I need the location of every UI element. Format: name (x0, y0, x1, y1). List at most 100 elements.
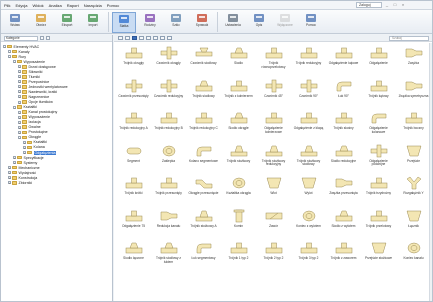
fitting-tile[interactable]: Trójnik przelotowy (361, 206, 396, 239)
ribbon-button-4[interactable]: Siatka (112, 12, 136, 33)
fitting-tile[interactable]: Wylot (291, 173, 326, 206)
fitting-tile[interactable]: Trójnik stożkowy redukcyjny (256, 141, 291, 174)
fitting-tile[interactable]: Trójnik krótki (116, 173, 151, 206)
expand-toggle-icon[interactable]: + (13, 161, 16, 165)
forward-icon[interactable] (125, 36, 130, 40)
collapse-toggle-icon[interactable]: − (13, 60, 16, 64)
ribbon-button-8[interactable]: Ustawienia (221, 12, 245, 33)
fitting-tile[interactable]: Łuk 90° (326, 76, 361, 109)
expand-toggle-icon[interactable]: + (18, 65, 21, 69)
fitting-tile[interactable]: Siodło redukcyjne (326, 141, 361, 174)
ribbon-button-11[interactable]: Pomoc (299, 12, 323, 33)
fitting-tile[interactable]: Zwężka przesunięta (326, 173, 361, 206)
expand-toggle-icon[interactable]: + (18, 75, 21, 79)
fitting-tile[interactable]: Trójnik kątowy (361, 76, 396, 109)
fitting-tile[interactable]: Zaślepka (151, 141, 186, 174)
ribbon-button-10[interactable]: Wyłączone (273, 12, 297, 33)
expand-toggle-icon[interactable]: + (18, 125, 21, 129)
small-icons-view-icon[interactable] (139, 36, 144, 40)
details-view-icon[interactable] (153, 36, 158, 40)
fitting-tile[interactable]: Czwórnik przesunięty (116, 76, 151, 109)
fitting-tile[interactable]: Łącznik (396, 206, 430, 239)
ribbon-button-0[interactable]: Wstaw (3, 12, 27, 33)
fitting-tile[interactable]: Trójnik 1 typ 2 (221, 238, 256, 271)
fitting-tile[interactable]: Komin (221, 206, 256, 239)
category-filter-dropdown[interactable]: Kategorie (4, 35, 38, 41)
signin-field[interactable]: Zaloguj (356, 2, 382, 8)
list-view-icon[interactable] (146, 36, 151, 40)
ribbon-button-9[interactable]: Opis (247, 12, 271, 33)
expand-toggle-icon[interactable]: + (18, 80, 21, 84)
expand-toggle-icon[interactable]: + (18, 70, 21, 74)
fitting-tile[interactable]: Trójnik skośny (326, 108, 361, 141)
fitting-tile[interactable]: Odgałęzienie podwójne (361, 141, 396, 174)
ribbon-button-6[interactable]: Szkic (164, 12, 188, 33)
fitting-tile[interactable]: Trójnik trzydrożny (361, 173, 396, 206)
fitting-tile[interactable]: Rozgałęźnik Y (396, 173, 430, 206)
ribbon-button-2[interactable]: Eksport (55, 12, 79, 33)
fitting-tile[interactable]: Odgałęzienie kołnierzowe (256, 108, 291, 141)
fitting-tile[interactable]: Trójnik redukcyjny B (151, 108, 186, 141)
fitting-tile[interactable]: Trójnik redukcyjny C (186, 108, 221, 141)
fitting-tile[interactable]: Odgałęzienie 75 (116, 206, 151, 239)
fitting-tile[interactable]: Trójnik równoprzelotowy (256, 43, 291, 76)
menu-view[interactable]: Widok (32, 3, 43, 8)
expand-toggle-icon[interactable]: + (18, 100, 21, 104)
fitting-tile[interactable]: Czwórnik 90° (291, 76, 326, 109)
fitting-tile[interactable]: Przejście stożkowe (361, 238, 396, 271)
collapse-toggle-icon[interactable]: − (8, 55, 11, 59)
menu-report[interactable]: Raport (67, 3, 79, 8)
fitting-tile[interactable]: Trójnik stożkowy siodłowy (291, 141, 326, 174)
fitting-tile[interactable]: Trójnik redukcyjny (291, 43, 326, 76)
fitting-tile[interactable]: Kształtka okrągła (221, 173, 256, 206)
menu-analysis[interactable]: Analiza (49, 3, 62, 8)
fitting-tile[interactable]: Łuk segmentowy (186, 238, 221, 271)
collapse-toggle-icon[interactable]: − (18, 135, 21, 139)
large-icons-view-icon[interactable] (132, 36, 137, 40)
fitting-tile[interactable]: Trójnik z kołnierzem (221, 76, 256, 109)
fitting-tile[interactable]: Redukcja kanału (151, 206, 186, 239)
gallery-scrollbar[interactable] (429, 43, 432, 301)
menu-edit[interactable]: Edycja (15, 3, 27, 8)
minimize-button[interactable]: _ (384, 2, 390, 8)
expand-all-icon[interactable] (40, 36, 44, 40)
tree-node[interactable]: + Zbiorniki (1, 180, 112, 185)
fitting-tile[interactable]: Czwórnik redukcyjny (151, 76, 186, 109)
fitting-tile[interactable]: Przejście (396, 141, 430, 174)
fitting-tile[interactable]: Siodło okrągłe (221, 108, 256, 141)
expand-toggle-icon[interactable]: + (8, 166, 11, 170)
expand-toggle-icon[interactable]: + (13, 156, 16, 160)
fitting-tile[interactable]: Koniec z wylotem (291, 206, 326, 239)
fitting-tile[interactable]: Trójnik stożkowy (221, 141, 256, 174)
fitting-tile[interactable]: Kolano segmentowe (186, 141, 221, 174)
collapse-toggle-icon[interactable]: − (3, 45, 6, 49)
expand-toggle-icon[interactable]: + (8, 181, 11, 185)
fitting-tile[interactable]: Siodło łączone (116, 238, 151, 271)
fitting-tile[interactable]: Trójnik 3 typ 2 (291, 238, 326, 271)
search-input[interactable]: Szukaj (389, 36, 429, 41)
fitting-tile[interactable]: Odgałęzienie (361, 43, 396, 76)
fitting-tile[interactable]: Wlot (256, 173, 291, 206)
restore-button[interactable]: □ (392, 2, 398, 8)
fitting-tile[interactable]: Trójnik stożkowy A (186, 206, 221, 239)
tiles-view-icon[interactable] (160, 36, 165, 40)
expand-toggle-icon[interactable]: + (23, 151, 26, 155)
fitting-tile[interactable]: Trójnik z zaworem (326, 238, 361, 271)
collapse-toggle-icon[interactable]: − (13, 105, 16, 109)
close-button[interactable]: × (400, 2, 406, 8)
fitting-tile[interactable]: Czwórnik siodłowy (186, 43, 221, 76)
fitting-tile[interactable]: Trójnik okrągły (116, 43, 151, 76)
back-icon[interactable] (118, 36, 123, 40)
ribbon-button-1[interactable]: Otwórz (29, 12, 53, 33)
expand-toggle-icon[interactable]: + (18, 120, 21, 124)
fitting-tile[interactable]: Czwórnik 45° (256, 76, 291, 109)
fitting-tile[interactable]: Zwężka symetryczna (396, 76, 430, 109)
ribbon-button-7[interactable]: Sprawdź (190, 12, 214, 33)
ribbon-button-5[interactable]: Rodziny (138, 12, 162, 33)
fitting-tile[interactable]: Siodło z wylotem (326, 206, 361, 239)
expand-toggle-icon[interactable]: + (8, 176, 11, 180)
fitting-tile[interactable]: Trójnik boczny (396, 108, 430, 141)
collapse-all-icon[interactable] (46, 36, 50, 40)
menu-help[interactable]: Pomoc (107, 3, 119, 8)
expand-toggle-icon[interactable]: + (18, 115, 21, 119)
